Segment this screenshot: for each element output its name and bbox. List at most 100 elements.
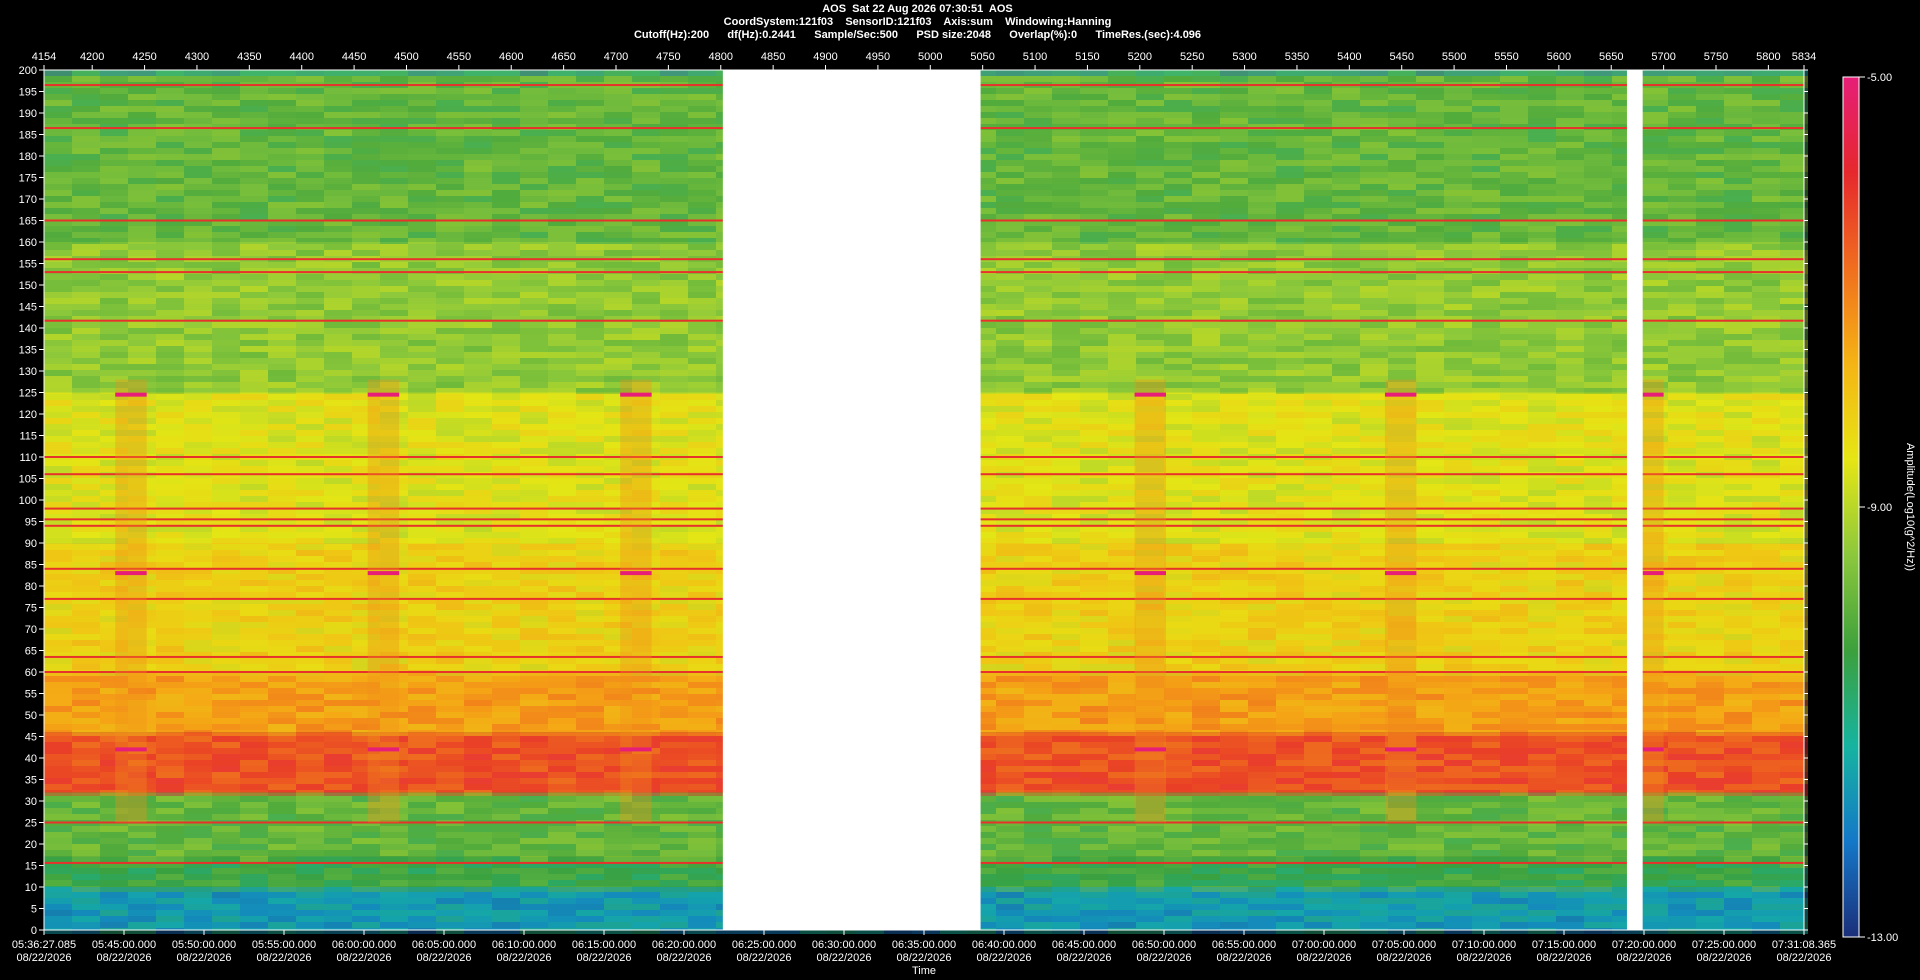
spectrogram-cell: [1528, 298, 1556, 304]
spectrogram-cell: [604, 178, 632, 184]
spectrogram-cell: [1304, 538, 1332, 544]
spectrogram-cell: [1528, 214, 1556, 220]
spectrogram-cell: [1136, 358, 1164, 364]
spectrogram-cell: [268, 436, 296, 442]
spectrogram-cell: [1164, 388, 1192, 394]
spectrogram-cell: [1248, 484, 1276, 490]
spectrogram-cell: [408, 136, 436, 142]
spectrogram-cell: [1052, 214, 1080, 220]
spectrogram-cell: [1724, 208, 1752, 214]
spectrogram-cell: [1052, 496, 1080, 502]
spectrogram-cell: [1668, 328, 1696, 334]
spectrogram-cell: [1472, 334, 1500, 340]
spectrogram-cell: [1752, 328, 1780, 334]
spectrogram-cell: [492, 400, 520, 406]
spectrogram-cell: [1444, 118, 1472, 124]
spectrogram-cell: [660, 286, 688, 292]
spectrogram-cell: [1696, 406, 1724, 412]
spectrogram-cell: [660, 160, 688, 166]
spectrogram-cell: [1164, 100, 1192, 106]
spectrogram-cell: [72, 136, 100, 142]
spectrogram-cell: [492, 424, 520, 430]
spectrogram-cell: [212, 88, 240, 94]
spectrogram-cell: [1080, 478, 1108, 484]
spectrogram-cell: [240, 430, 268, 436]
spectrogram-cell: [100, 88, 128, 94]
spectrogram-cell: [212, 232, 240, 238]
spectrogram-cell: [1444, 430, 1472, 436]
spectrogram-cell: [296, 208, 324, 214]
spectrogram-cell: [1668, 532, 1696, 538]
spectrogram-cell: [1584, 304, 1612, 310]
spectrogram-cell: [100, 334, 128, 340]
spectrogram-cell: [44, 244, 72, 250]
spectrogram-cell: [1332, 106, 1360, 112]
spectrogram-cell: [1248, 166, 1276, 172]
plot-area[interactable]: [44, 70, 1808, 934]
spectrogram-cell: [576, 184, 604, 190]
spectrogram-cell: [1024, 226, 1052, 232]
spectrogram-cell: [1360, 94, 1388, 100]
spectrogram-cell: [1416, 442, 1444, 448]
spectrogram-cell: [1332, 430, 1360, 436]
spectrogram-cell: [1164, 154, 1192, 160]
spectrogram-cell: [1108, 322, 1136, 328]
spectrogram-cell: [1164, 118, 1192, 124]
spectrogram-cell: [240, 298, 268, 304]
spectrogram-cell: [1304, 94, 1332, 100]
spectrogram-cell: [1332, 190, 1360, 196]
spectrogram-cell: [1584, 352, 1612, 358]
spectrogram-cell: [1556, 424, 1584, 430]
spectrogram-cell: [212, 172, 240, 178]
spectrogram-cell: [1108, 376, 1136, 382]
spectrogram-cell: [72, 280, 100, 286]
spectrogram-cell: [436, 238, 464, 244]
spectrogram-cell: [212, 412, 240, 418]
spectrogram-cell: [1024, 106, 1052, 112]
spectrogram-cell: [436, 202, 464, 208]
spectrogram-cell: [1640, 298, 1668, 304]
spectrogram-cell: [1752, 448, 1780, 454]
spectrogram-cell: [324, 274, 352, 280]
spectrogram-cell: [352, 244, 380, 250]
spectrogram-cell: [184, 100, 212, 106]
spectrogram-cell: [1500, 436, 1528, 442]
spectrogram-cell: [1332, 244, 1360, 250]
spectrogram-cell: [492, 376, 520, 382]
spectrogram-cell: [1276, 178, 1304, 184]
spectrogram-cell: [1332, 484, 1360, 490]
spectrogram-cell: [996, 478, 1024, 484]
spectrogram-cell: [996, 412, 1024, 418]
spectrogram-cell: [1668, 184, 1696, 190]
spectrogram-cell: [44, 382, 72, 388]
spectrogram-cell: [352, 202, 380, 208]
spectrogram-cell: [296, 250, 324, 256]
spectrogram-cell: [1332, 322, 1360, 328]
spectrogram-cell: [1024, 418, 1052, 424]
spectrogram-cell: [296, 334, 324, 340]
spectrogram-cell: [44, 130, 72, 136]
spectrogram-cell: [1332, 334, 1360, 340]
spectrogram-cell: [184, 304, 212, 310]
spectrogram-cell: [1192, 232, 1220, 238]
spectrogram-cell: [1164, 142, 1192, 148]
spectrogram-cell: [464, 412, 492, 418]
spectrogram-cell: [1332, 394, 1360, 400]
spectrogram-cell: [268, 112, 296, 118]
spectrogram-cell: [1528, 160, 1556, 166]
spectrogram-cell: [1164, 412, 1192, 418]
spectrogram-cell: [1444, 70, 1472, 76]
spectrogram-cell: [1444, 394, 1472, 400]
spectrogram-cell: [1332, 112, 1360, 118]
spectrogram-cell: [44, 304, 72, 310]
spectrogram-cell: [1080, 208, 1108, 214]
spectrogram-cell: [1556, 184, 1584, 190]
spectrogram-cell: [1724, 346, 1752, 352]
spectrogram-cell: [100, 154, 128, 160]
spectrogram-cell: [632, 190, 660, 196]
spectrogram-cell: [296, 286, 324, 292]
spectrogram-cell: [1276, 94, 1304, 100]
spectrogram-cell: [1472, 376, 1500, 382]
spectrogram-cell: [996, 400, 1024, 406]
spectrogram-cell: [1388, 112, 1416, 118]
